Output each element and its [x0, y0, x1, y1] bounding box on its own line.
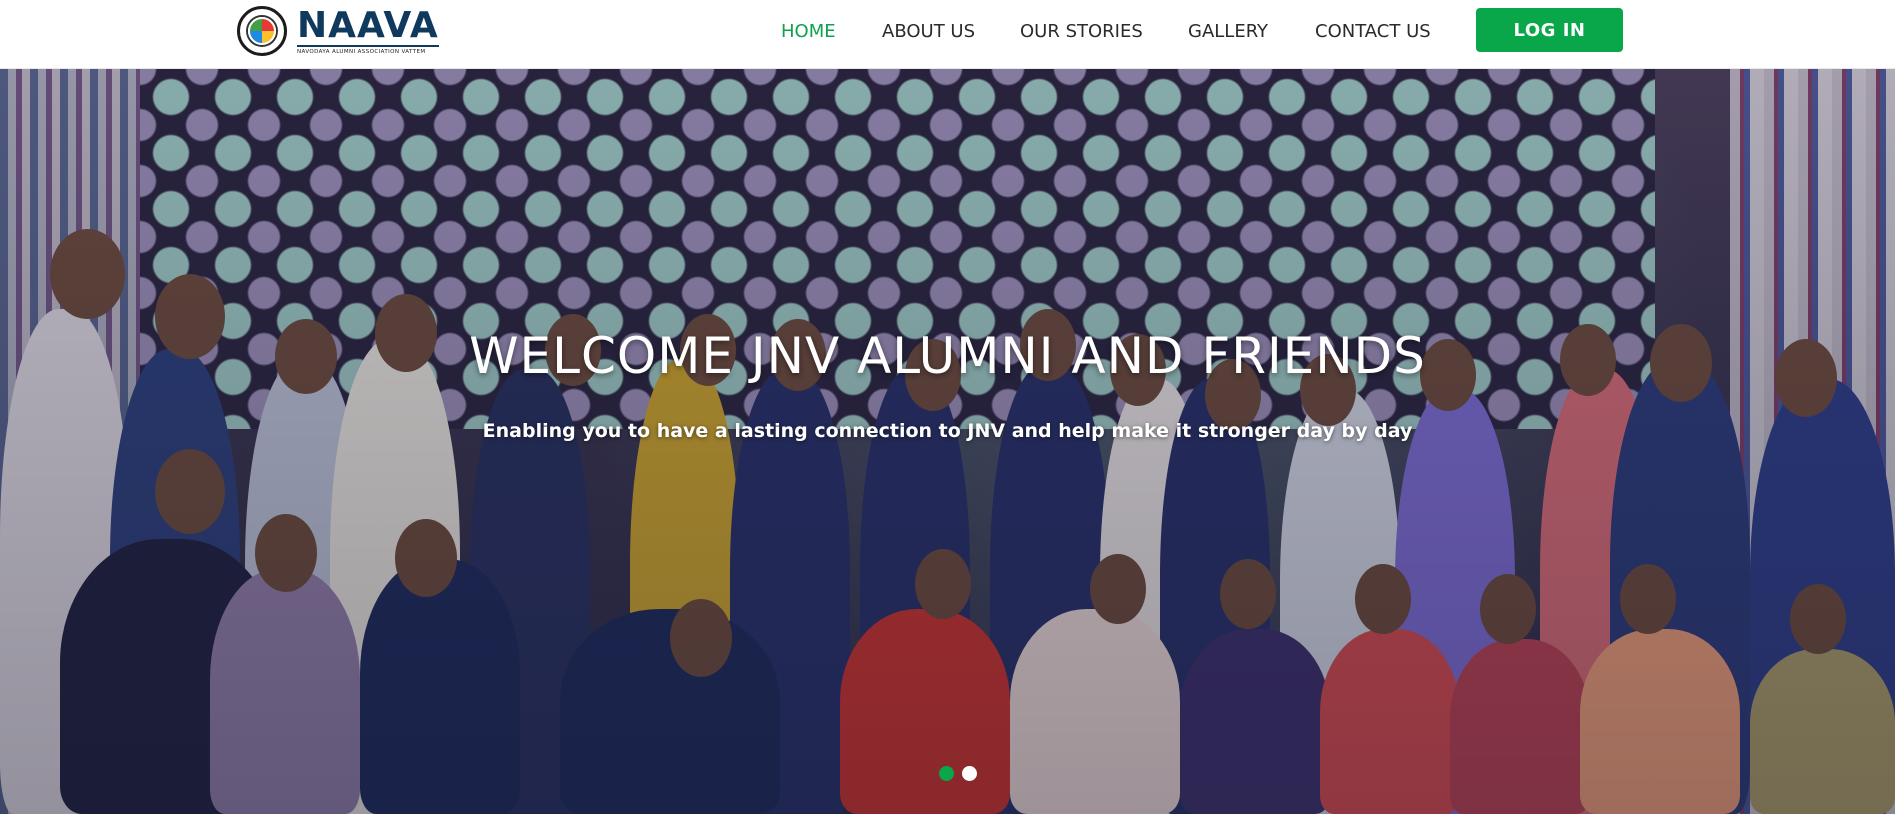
nav-contact-link[interactable]: CONTACT US [1315, 21, 1431, 43]
carousel-indicator-1[interactable] [939, 766, 954, 781]
hero-title: WELCOME JNV ALUMNI AND FRIENDS [469, 327, 1426, 385]
logo-text: NAAVA NAVODAYA ALUMNI ASSOCIATION VATTEM [297, 4, 439, 55]
site-header: NAAVA NAVODAYA ALUMNI ASSOCIATION VATTEM… [0, 0, 1895, 69]
logo-emblem-center [248, 17, 276, 45]
hero-carousel: WELCOME JNV ALUMNI AND FRIENDS Enabling … [0, 69, 1895, 814]
nav-gallery-link[interactable]: GALLERY [1188, 21, 1268, 43]
nav-home-link[interactable]: HOME [781, 21, 836, 43]
nav-stories-link[interactable]: OUR STORIES [1020, 21, 1143, 43]
logo-tagline: NAVODAYA ALUMNI ASSOCIATION VATTEM [297, 44, 439, 55]
logo-name: NAAVA [297, 4, 439, 46]
carousel-indicator-2[interactable] [962, 766, 977, 781]
hero-subtitle: Enabling you to have a lasting connectio… [482, 420, 1413, 442]
carousel-indicators [939, 766, 977, 781]
logo-emblem-icon [237, 6, 287, 56]
site-logo[interactable]: NAAVA NAVODAYA ALUMNI ASSOCIATION VATTEM [237, 6, 439, 56]
login-button[interactable]: LOG IN [1476, 8, 1623, 52]
nav-about-link[interactable]: ABOUT US [882, 21, 975, 43]
